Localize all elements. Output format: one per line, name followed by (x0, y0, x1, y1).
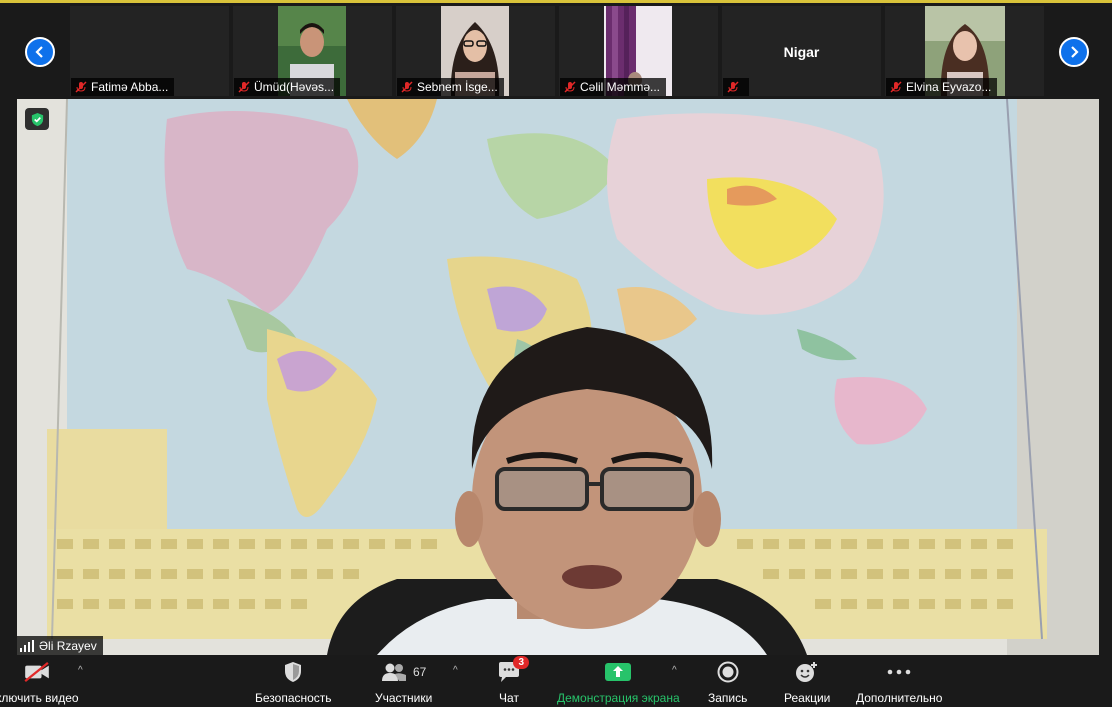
chevron-right-icon (1071, 46, 1079, 58)
reactions-button-label: Реакции (784, 691, 831, 705)
participant-name: Elvina Eyvazo... (906, 80, 992, 94)
chat-button[interactable]: 3 Чат (497, 656, 529, 705)
mic-off-icon (401, 81, 413, 93)
participant-tile[interactable]: Cəlil Məmmə... (559, 6, 718, 96)
participant-tile[interactable]: Fatimə Abba... (70, 6, 229, 96)
record-icon (717, 661, 739, 683)
participants-icon (381, 663, 406, 681)
participant-name-bar (723, 78, 749, 96)
active-speaker-label: Əli Rzayev (17, 636, 103, 655)
active-speaker-video (17, 99, 1099, 655)
participant-name-bar: Ümüd(Həvəs... (234, 78, 341, 96)
reaction-smiley-icon (796, 662, 818, 682)
mic-off-icon (890, 81, 902, 93)
chat-button-label: Чат (499, 691, 519, 705)
gallery-strip: Fatimə Abba... Ümüd(Həvəs... Sebnem İsge… (0, 3, 1112, 97)
more-button-label: Дополнительно (856, 691, 943, 705)
shield-check-icon (31, 112, 43, 126)
mic-off-icon (238, 81, 250, 93)
participant-tile[interactable]: Nigar (722, 6, 881, 96)
participant-tile[interactable]: Sebnem İsge... (396, 6, 555, 96)
mic-off-icon (75, 81, 87, 93)
participants-button-label: Участники (375, 691, 433, 705)
share-screen-icon (605, 663, 632, 681)
chevron-left-icon (35, 46, 43, 58)
participant-tile[interactable]: Ümüd(Həvəs... (233, 6, 392, 96)
participant-name: Fatimə Abba... (91, 80, 169, 94)
chat-unread-badge: 3 (513, 656, 529, 669)
security-button-label: Безопасность (255, 691, 332, 705)
active-speaker-name: Əli Rzayev (39, 638, 97, 653)
participant-name-bar: Sebnem İsge... (397, 78, 504, 96)
participants-options-caret[interactable]: ^ (453, 665, 458, 676)
security-button[interactable]: Безопасность (255, 659, 332, 705)
speaker-video-frame (17, 99, 1099, 655)
participants-count: 67 (412, 665, 427, 679)
participant-name-bar: Elvina Eyvazo... (886, 78, 998, 96)
record-button[interactable]: Запись (708, 659, 747, 705)
participant-name: Ümüd(Həvəs... (254, 80, 335, 94)
mic-off-icon (564, 81, 576, 93)
reactions-button[interactable]: Реакции (784, 659, 830, 705)
share-screen-label: Демонстрация экрана (557, 691, 680, 705)
mic-off-icon (727, 81, 739, 93)
signal-strength-icon (20, 639, 34, 652)
next-page-button[interactable] (1059, 37, 1089, 67)
shield-icon (285, 662, 302, 682)
participant-name-bar: Cəlil Məmmə... (560, 78, 667, 96)
video-options-caret[interactable]: ^ (78, 665, 83, 676)
participant-tile[interactable]: Elvina Eyvazo... (885, 6, 1044, 96)
participant-display-name: Nigar (783, 44, 820, 60)
more-dots-icon (887, 669, 911, 675)
meeting-toolbar: ключить видео ^ Безопасность 67 Участник… (0, 655, 1112, 707)
record-button-label: Запись (708, 691, 748, 705)
share-screen-button[interactable]: Демонстрация экрана (557, 659, 680, 705)
participant-name: Cəlil Məmmə... (580, 80, 661, 94)
video-button-label: ключить видео (0, 691, 79, 705)
more-button[interactable]: Дополнительно (856, 659, 942, 705)
encryption-shield-badge[interactable] (25, 108, 49, 130)
previous-page-button[interactable] (25, 37, 55, 67)
video-off-icon (24, 662, 50, 682)
participant-name: Sebnem İsge... (417, 80, 498, 94)
stop-video-button[interactable]: ключить видео (0, 659, 79, 705)
share-options-caret[interactable]: ^ (672, 665, 677, 676)
participants-button[interactable]: 67 Участники (375, 659, 432, 705)
participant-name-bar: Fatimə Abba... (71, 78, 175, 96)
